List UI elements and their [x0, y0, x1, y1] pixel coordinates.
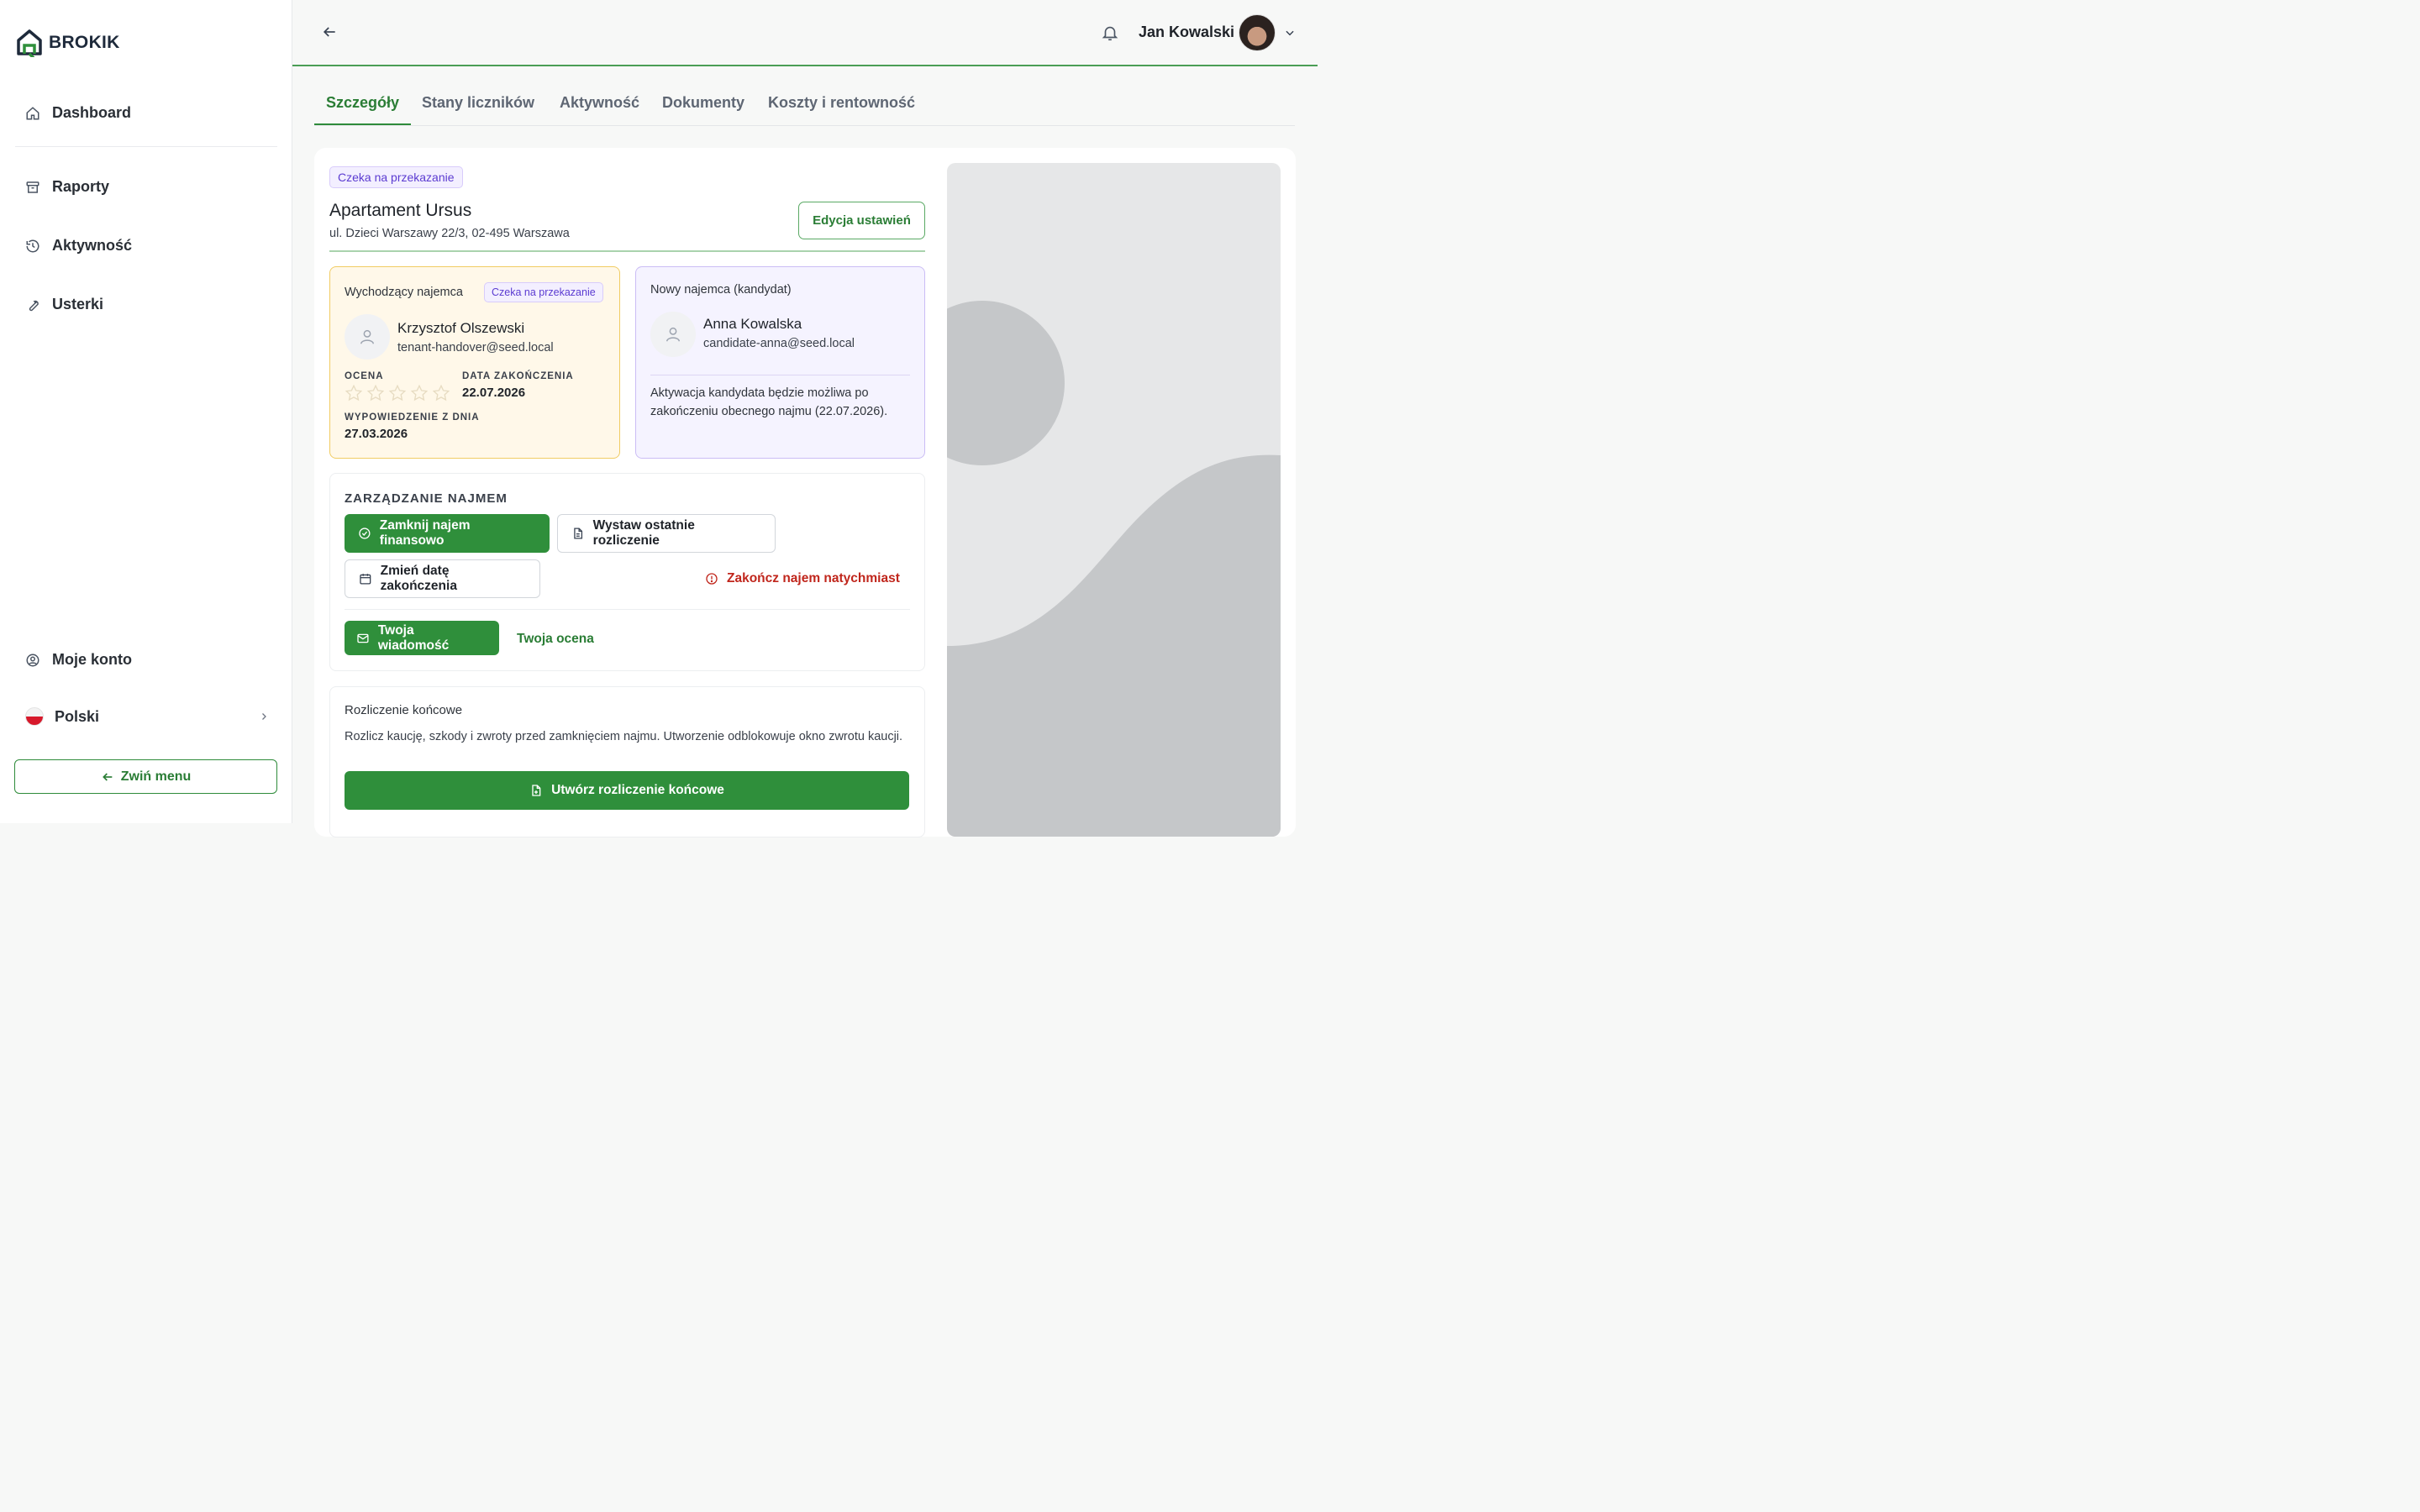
document-icon: [574, 528, 583, 539]
sidebar-item-label: Aktywność: [52, 237, 133, 254]
button-label: Wystaw ostatnie rozliczenie: [592, 518, 695, 548]
calendar-icon: [360, 574, 371, 585]
chevron-down-icon[interactable]: [1284, 27, 1296, 39]
brand-name: BROKIK: [49, 33, 120, 52]
status-badge: Czeka na przekazanie: [484, 282, 603, 302]
change-end-date-button[interactable]: Zmień datę zakończenia: [345, 559, 540, 598]
history-icon: [26, 239, 39, 252]
sidebar-item-faults[interactable]: Usterki: [25, 296, 103, 313]
sidebar-item-reports[interactable]: Raporty: [25, 178, 109, 196]
top-bar: Jan Kowalski: [292, 0, 1318, 66]
settlement-description: Rozlicz kaucję, szkody i zwroty przed za…: [345, 730, 903, 743]
star-icon[interactable]: [432, 384, 450, 402]
wrench-icon: [29, 300, 39, 311]
edit-settings-button[interactable]: Edycja ustawień: [798, 202, 925, 239]
active-tab-indicator: [314, 123, 411, 125]
your-rating-link[interactable]: Twoja ocena: [517, 632, 594, 647]
sidebar-item-activity[interactable]: Aktywność: [25, 237, 132, 255]
avatar-placeholder: [650, 312, 696, 357]
arrow-left-icon: [102, 772, 113, 781]
sidebar-item-label: Usterki: [52, 296, 104, 312]
sidebar-item-label: Dashboard: [52, 104, 132, 121]
tab-costs[interactable]: Koszty i rentowność: [768, 94, 915, 112]
property-image-placeholder: [947, 163, 1281, 837]
tab-bar: Szczegóły Stany liczników Aktywność Doku…: [314, 84, 1295, 126]
brand-logo[interactable]: BROKIK: [15, 29, 120, 57]
bell-icon[interactable]: [1101, 24, 1119, 42]
star-icon[interactable]: [345, 384, 363, 402]
issue-last-settlement-button[interactable]: Wystaw ostatnie rozliczenie: [557, 514, 776, 553]
sidebar: BROKIK Dashboard Raporty Aktywność Uster…: [0, 0, 292, 823]
rating-label: OCENA: [345, 371, 384, 381]
button-label: Zamknij najem finansowo: [379, 518, 471, 548]
sidebar-item-account[interactable]: Moje konto: [25, 651, 132, 669]
tenant-name: Krzysztof Olszewski: [397, 320, 525, 336]
create-final-settlement-button[interactable]: Utwórz rozliczenie końcowe: [345, 771, 909, 810]
file-plus-icon: [532, 785, 541, 796]
candidate-note: Aktywacja kandydata będzie możliwa po za…: [650, 386, 888, 418]
end-date-value: 22.07.2026: [462, 386, 526, 400]
button-label: Zmień datę zakończenia: [380, 564, 457, 593]
user-name[interactable]: Jan Kowalski: [1139, 24, 1234, 41]
notice-label: WYPOWIEDZENIE Z DNIA: [345, 412, 480, 423]
page-title: Apartament Ursus: [329, 201, 472, 220]
property-address: ul. Dzieci Warszawy 22/3, 02-495 Warszaw…: [329, 227, 570, 240]
lease-management-section: ZARZĄDZANIE NAJMEM Zamknij najem finanso…: [329, 473, 925, 671]
archive-icon: [26, 181, 39, 193]
user-icon: [666, 327, 681, 342]
sidebar-item-label: Raporty: [52, 178, 110, 195]
rating-stars[interactable]: [345, 384, 450, 402]
final-settlement-section: Rozliczenie końcowe Rozlicz kaucję, szko…: [329, 686, 925, 837]
star-icon[interactable]: [388, 384, 407, 402]
collapse-menu-label: Zwiń menu: [120, 769, 192, 784]
star-icon[interactable]: [410, 384, 429, 402]
button-label: Twoja wiadomość: [377, 622, 450, 653]
sidebar-item-label: Moje konto: [52, 651, 132, 668]
divider: [329, 250, 925, 252]
close-lease-financially-button[interactable]: Zamknij najem finansowo: [345, 514, 550, 553]
tab-documents[interactable]: Dokumenty: [662, 94, 744, 112]
flag-poland-icon: [25, 707, 44, 726]
chevron-right-icon: [262, 713, 266, 720]
section-title: Rozliczenie końcowe: [345, 703, 463, 717]
outgoing-tenant-label: Wychodzący najemca: [345, 286, 463, 299]
section-title: ZARZĄDZANIE NAJMEM: [345, 491, 508, 506]
image-placeholder-icon: [947, 301, 1281, 837]
button-label: Utwórz rozliczenie końcowe: [551, 783, 724, 797]
divider: [345, 609, 910, 610]
tab-activity[interactable]: Aktywność: [560, 94, 639, 112]
terminate-lease-now-button[interactable]: Zakończ najem natychmiast: [692, 559, 913, 598]
mail-icon: [357, 633, 369, 643]
language-label: Polski: [55, 707, 100, 725]
outgoing-tenant-card: Wychodzący najemca Czeka na przekazanie …: [329, 266, 620, 459]
user-circle-icon: [26, 654, 39, 666]
tab-meter-readings[interactable]: Stany liczników: [422, 94, 534, 112]
back-arrow-icon[interactable]: [321, 24, 338, 40]
star-icon[interactable]: [366, 384, 385, 402]
notice-date-value: 27.03.2026: [345, 427, 408, 441]
new-tenant-card: Nowy najemca (kandydat) Anna Kowalska ca…: [635, 266, 925, 459]
candidate-email[interactable]: candidate-anna@seed.local: [703, 337, 855, 350]
property-panel: Czeka na przekazanie Apartament Ursus ul…: [314, 148, 1296, 837]
alert-circle-icon: [706, 573, 718, 585]
new-tenant-label: Nowy najemca (kandydat): [650, 283, 792, 297]
user-icon: [360, 329, 375, 344]
tab-details[interactable]: Szczegóły: [326, 94, 399, 112]
status-badge: Czeka na przekazanie: [329, 166, 463, 188]
candidate-name: Anna Kowalska: [703, 316, 802, 332]
sidebar-divider: [15, 146, 277, 147]
house-logo-icon: [17, 29, 42, 57]
home-icon: [26, 106, 39, 119]
sidebar-item-dashboard[interactable]: Dashboard: [25, 104, 131, 122]
avatar-placeholder: [345, 314, 390, 360]
tenant-email[interactable]: tenant-handover@seed.local: [397, 341, 554, 354]
check-circle-icon: [359, 528, 371, 539]
avatar[interactable]: [1239, 14, 1276, 51]
language-selector[interactable]: Polski: [25, 707, 269, 726]
button-label: Zakończ najem natychmiast: [727, 571, 900, 585]
your-message-button[interactable]: Twoja wiadomość: [345, 621, 499, 655]
collapse-menu-button[interactable]: Zwiń menu: [14, 759, 277, 794]
end-date-label: DATA ZAKOŃCZENIA: [462, 371, 574, 381]
